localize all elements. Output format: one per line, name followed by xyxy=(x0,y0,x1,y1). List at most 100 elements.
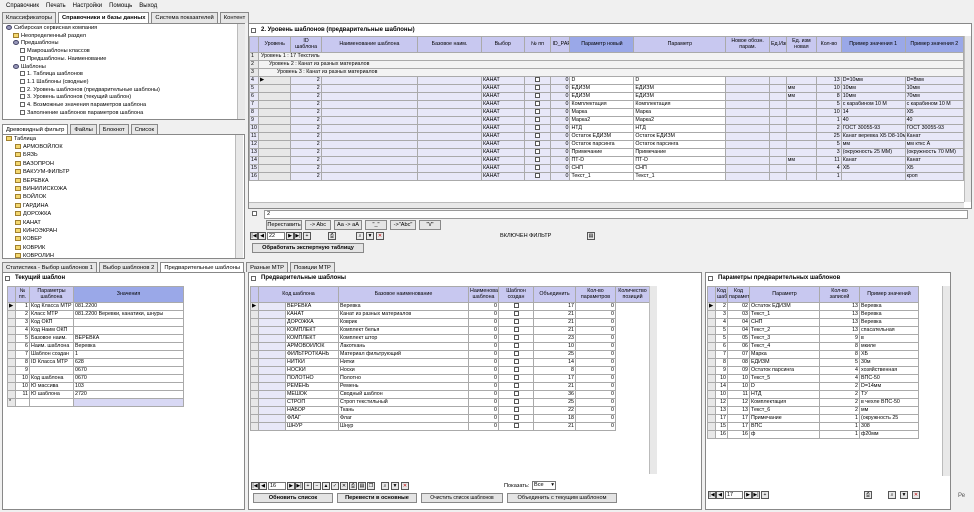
table-cell[interactable]: Остаток ЕДИЗМ xyxy=(633,132,727,141)
params-next-button[interactable]: ▶ xyxy=(744,491,752,499)
table-cell[interactable]: 11 xyxy=(727,390,750,399)
table-cell[interactable] xyxy=(417,100,482,109)
text-transform-button[interactable]: -> Abc xyxy=(305,220,331,230)
params-print-icon[interactable]: ⎙ xyxy=(864,491,872,499)
merge-checkbox[interactable] xyxy=(513,359,519,365)
table-cell[interactable]: 10 xyxy=(816,108,842,117)
table-cell[interactable]: Остаток парсинга xyxy=(633,140,727,149)
table-row[interactable]: НАБОР Ткань 0 22 0 xyxy=(250,406,650,415)
code-cell[interactable] xyxy=(258,406,286,415)
table-row[interactable]: 17 17 Примечание 1 (окружность 25 xyxy=(707,414,919,423)
column-header[interactable]: Параметры шаблона xyxy=(29,286,74,303)
row-selector[interactable] xyxy=(257,116,292,125)
main-table-hscroll[interactable] xyxy=(249,202,964,208)
table-cell[interactable]: 0 xyxy=(550,108,571,117)
table-cell[interactable]: 10мм xyxy=(840,84,906,93)
table-cell[interactable] xyxy=(725,156,770,165)
table-cell[interactable]: D=10мм xyxy=(840,76,906,85)
table-cell[interactable]: КАНАТ xyxy=(480,132,525,141)
table-row[interactable]: 13 2 КАНАТ 0 Примечание Примечание 3 (окружност… xyxy=(249,148,964,157)
top-tab[interactable]: Классификаторы xyxy=(2,12,56,23)
merge-checkbox[interactable] xyxy=(513,303,519,309)
table-row[interactable]: 7 2 КАНАТ 0 Комплектация Комплектация 5 с караб… xyxy=(249,100,964,109)
table-cell[interactable]: 2 xyxy=(290,116,322,125)
table-cell[interactable]: ПТ-D xyxy=(569,156,635,165)
table-cell[interactable]: 1 xyxy=(816,116,842,125)
table-cell[interactable] xyxy=(320,164,419,173)
table-cell[interactable]: 06 xyxy=(727,342,750,351)
table-cell[interactable]: Комплектация xyxy=(633,100,727,109)
table-cell[interactable] xyxy=(725,116,770,125)
table-cell[interactable]: МЕШОК xyxy=(285,390,339,399)
table-cell[interactable]: 1 xyxy=(15,302,30,311)
table-cell[interactable]: Флаг xyxy=(338,414,469,423)
table-cell[interactable]: 4 xyxy=(816,164,842,173)
table-cell[interactable]: 11 xyxy=(15,390,30,399)
tree-item[interactable]: Предшаблоны xyxy=(13,40,58,47)
table-cell[interactable]: 10 xyxy=(715,374,728,383)
table-row[interactable]: 6 2 КАНАТ 0 ЕДИЗМ ЕДИЗМ мм 8 10мм 70мм xyxy=(249,92,964,101)
preliminary-templates-table[interactable]: Код шаблона Базовое наименование Наименова… xyxy=(250,286,650,431)
table-row[interactable]: 5 05 Текст_3 9 в xyxy=(707,334,919,343)
table-cell[interactable] xyxy=(725,148,770,157)
table-cell[interactable]: СНП xyxy=(633,164,727,173)
table-cell[interactable]: 2 xyxy=(819,390,860,399)
table-row[interactable]: НИТКИ Нитки 0 14 0 xyxy=(250,358,650,367)
column-header[interactable]: Базовое наименование xyxy=(338,286,469,303)
table-cell[interactable]: КАНАТ xyxy=(480,156,525,165)
table-cell[interactable]: 21 xyxy=(533,326,576,335)
table-cell[interactable]: 081.2200 xyxy=(73,302,184,311)
table-cell[interactable]: 04 xyxy=(727,326,750,335)
table-cell[interactable]: 0 xyxy=(468,326,499,335)
table-cell[interactable]: 13 xyxy=(715,406,728,415)
params-scrollbar[interactable] xyxy=(942,286,950,476)
table-cell[interactable]: 10 xyxy=(816,84,842,93)
table-cell[interactable]: ШНУР xyxy=(285,422,339,431)
merge-checkbox-cell[interactable] xyxy=(498,334,534,343)
select-checkbox-cell[interactable] xyxy=(523,100,552,109)
filter-input[interactable]: 2 xyxy=(264,210,968,219)
table-cell[interactable]: 9 xyxy=(15,366,30,375)
table-row[interactable]: 4 04 СНП 13 Веревка xyxy=(707,318,919,327)
table-cell[interactable]: Класс МТР xyxy=(29,310,74,319)
merge-checkbox-cell[interactable] xyxy=(498,390,534,399)
table-cell[interactable]: ГОСТ 30055-93 xyxy=(840,124,906,133)
table-cell[interactable]: Текст_1 xyxy=(749,310,820,319)
table-cell[interactable]: 0 xyxy=(550,140,571,149)
table-cell[interactable]: Полотно xyxy=(338,374,469,383)
table-row[interactable]: 9 0670 xyxy=(7,366,184,375)
table-cell[interactable]: 3 xyxy=(15,318,30,327)
table-cell[interactable]: НИТКИ xyxy=(285,358,339,367)
table-cell[interactable] xyxy=(768,76,787,85)
table-cell[interactable]: мм xyxy=(840,140,906,149)
table-cell[interactable] xyxy=(768,124,787,133)
merge-checkbox-cell[interactable] xyxy=(498,406,534,415)
table-row[interactable]: ДОРОЖКА Коврик 0 21 0 xyxy=(250,318,650,327)
merge-checkbox-cell[interactable] xyxy=(498,366,534,375)
table-cell[interactable]: Веревка xyxy=(859,302,919,311)
table-cell[interactable] xyxy=(417,156,482,165)
table-cell[interactable] xyxy=(785,132,818,141)
prelim-search-icon[interactable]: ⌕ xyxy=(381,482,389,490)
table-cell[interactable]: Марка xyxy=(749,350,820,359)
table-cell[interactable] xyxy=(785,140,818,149)
table-cell[interactable]: 0 xyxy=(575,398,616,407)
select-checkbox[interactable] xyxy=(534,157,540,163)
table-cell[interactable]: 1 xyxy=(73,350,184,359)
table-cell[interactable]: 2 xyxy=(290,124,322,133)
merge-checkbox[interactable] xyxy=(513,335,519,341)
merge-checkbox[interactable] xyxy=(513,367,519,373)
table-cell[interactable]: 0 xyxy=(575,302,616,311)
table-cell[interactable] xyxy=(417,172,482,181)
table-cell[interactable]: КАНАТ xyxy=(480,124,525,133)
table-cell[interactable]: ДОРОЖКА xyxy=(285,318,339,327)
code-cell[interactable] xyxy=(258,358,286,367)
table-row[interactable]: 12 12 Комплектация 2 в чехле ВПС-50 xyxy=(707,398,919,407)
table-cell[interactable]: с карабином 10 М xyxy=(904,100,964,109)
table-cell[interactable]: 1 xyxy=(819,430,860,439)
table-cell[interactable]: 21 xyxy=(533,318,576,327)
table-row[interactable]: ФИЛЬТРОТКАНЬ Материал фильтрующий 0 25 0 xyxy=(250,350,650,359)
table-cell[interactable]: Канат xyxy=(840,156,906,165)
table-cell[interactable]: ЕДИЗМ xyxy=(569,84,635,93)
code-cell[interactable] xyxy=(258,302,286,311)
